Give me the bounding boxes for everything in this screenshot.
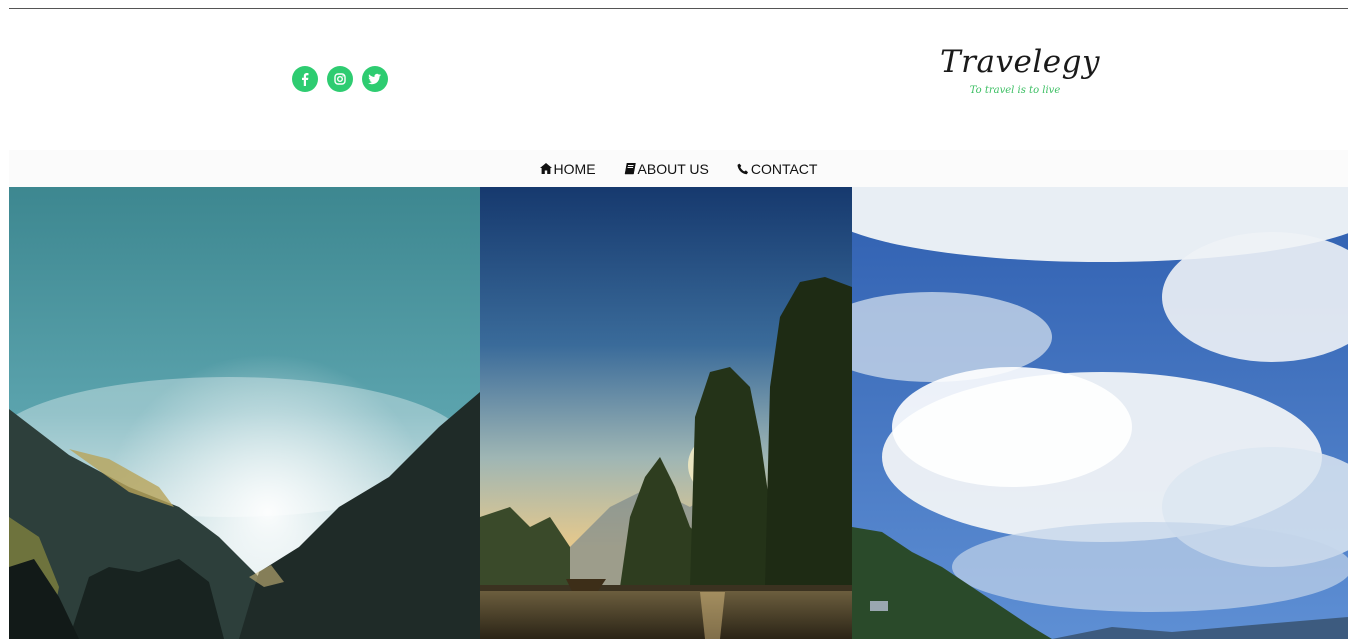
nav-home-label: HOME — [553, 160, 596, 177]
brand-logo-text[interactable]: Travelegy — [940, 40, 1099, 84]
phone-icon — [737, 163, 748, 174]
cloudy-sky-photo — [852, 187, 1348, 639]
twitter-link[interactable] — [362, 66, 388, 92]
nav-home[interactable]: HOME — [539, 160, 596, 177]
top-divider — [9, 8, 1348, 9]
instagram-icon — [334, 73, 346, 85]
facebook-icon — [302, 73, 309, 86]
brand: Travelegy To travel is to live — [940, 40, 1099, 96]
mountain-valley-photo — [9, 187, 480, 639]
instagram-link[interactable] — [327, 66, 353, 92]
nav-about-us[interactable]: ABOUT US — [624, 161, 709, 177]
photo-gallery — [9, 187, 1348, 639]
social-links — [292, 66, 388, 92]
facebook-link[interactable] — [292, 66, 318, 92]
nav-about-label: ABOUT US — [637, 160, 709, 177]
nav-contact[interactable]: CONTACT — [737, 160, 818, 177]
lake-sunset-photo — [480, 187, 852, 639]
book-icon — [624, 162, 636, 174]
main-navbar: HOME ABOUT US CONTACT — [9, 150, 1348, 187]
twitter-icon — [368, 73, 381, 85]
home-icon — [539, 163, 552, 174]
nav-contact-label: CONTACT — [750, 160, 818, 177]
brand-tagline: To travel is to live — [969, 85, 1061, 96]
